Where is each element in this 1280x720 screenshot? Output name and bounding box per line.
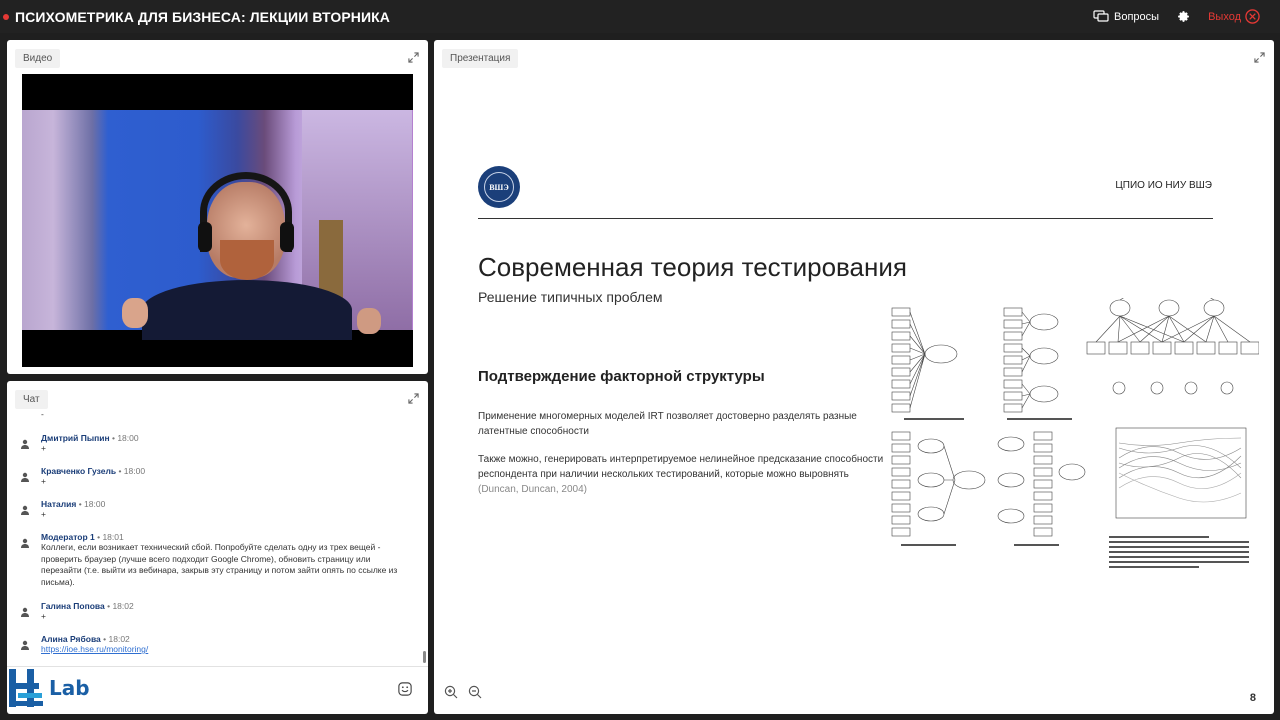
message-text: + bbox=[41, 476, 46, 486]
message-header: Модератор 1 • 18:01 bbox=[41, 532, 124, 542]
message-text: + bbox=[41, 443, 46, 453]
chat-tag: Чат bbox=[15, 390, 48, 409]
paragraph-main: Также можно, генерировать интерпретируем… bbox=[478, 454, 884, 480]
video-image bbox=[22, 110, 413, 340]
top-bar: ПСИХОМЕТРИКА ДЛЯ БИЗНЕСА: ЛЕКЦИИ ВТОРНИК… bbox=[0, 0, 1280, 33]
slide-title: Современная теория тестирования bbox=[478, 252, 907, 282]
model-a-diagram bbox=[891, 307, 958, 413]
message-text: - bbox=[41, 409, 44, 419]
model-d-diagram bbox=[997, 431, 1086, 537]
user-icon bbox=[20, 535, 30, 553]
live-indicator-icon bbox=[3, 13, 9, 20]
lab-logo: Lab bbox=[7, 666, 97, 710]
message-time: 18:02 bbox=[112, 601, 134, 611]
slide: ВШЭ ЦПИО ИО НИУ ВШЭ Современная теория т… bbox=[478, 158, 1259, 628]
presentation-panel: Презентация ВШЭ ЦПИО ИО НИУ ВШЭ Современ… bbox=[434, 40, 1274, 714]
user-icon bbox=[20, 502, 30, 520]
hse-logo-text: ВШЭ bbox=[484, 172, 514, 202]
message-author: Кравченко Гузель bbox=[41, 466, 117, 476]
user-icon bbox=[20, 604, 30, 622]
video-stream[interactable] bbox=[22, 74, 413, 367]
smile-icon bbox=[398, 682, 412, 696]
message-text: + bbox=[41, 509, 46, 519]
chat-message: Наталия • 18:00 + bbox=[7, 499, 428, 532]
webinar-title: ПСИХОМЕТРИКА ДЛЯ БИЗНЕСА: ЛЕКЦИИ ВТОРНИК… bbox=[15, 8, 390, 25]
message-time: 18:02 bbox=[108, 634, 130, 644]
message-time: 18:00 bbox=[84, 499, 106, 509]
questions-button[interactable]: Вопросы bbox=[1093, 10, 1159, 23]
paragraph-citation: (Duncan, Duncan, 2004) bbox=[478, 484, 587, 495]
list-item: - bbox=[7, 409, 428, 433]
slide-divider bbox=[478, 218, 1213, 219]
factor-model-figures bbox=[891, 298, 1259, 568]
chat-message: Дмитрий Пыпин • 18:00 + bbox=[7, 433, 428, 466]
message-author: Модератор 1 bbox=[41, 532, 95, 542]
zoom-controls bbox=[444, 685, 492, 704]
message-text: + bbox=[41, 611, 46, 621]
user-icon bbox=[20, 637, 30, 655]
questions-icon bbox=[1093, 10, 1109, 22]
message-time: 18:01 bbox=[102, 532, 124, 542]
gear-icon bbox=[1178, 11, 1189, 22]
model-b-diagram bbox=[1003, 307, 1059, 413]
logo-text: Lab bbox=[49, 676, 90, 700]
expand-icon[interactable] bbox=[1252, 50, 1266, 64]
chat-scrollbar[interactable] bbox=[423, 651, 426, 663]
slide-subtitle: Решение типичных проблем bbox=[478, 289, 663, 305]
message-header: Кравченко Гузель • 18:00 bbox=[41, 466, 146, 476]
expand-icon[interactable] bbox=[406, 50, 420, 64]
growth-trajectories-plot bbox=[1115, 427, 1247, 519]
chat-message: Галина Попова • 18:02 + bbox=[7, 601, 428, 634]
slide-paragraph: Также можно, генерировать интерпретируем… bbox=[478, 452, 888, 497]
zoom-in-icon bbox=[444, 685, 458, 699]
zoom-out-icon bbox=[468, 685, 482, 699]
irt-model-diagram bbox=[1086, 298, 1259, 395]
zoom-in-button[interactable] bbox=[444, 685, 458, 704]
emoji-button[interactable] bbox=[398, 682, 412, 701]
message-author: Наталия bbox=[41, 499, 77, 509]
message-link[interactable]: https://ioe.hse.ru/monitoring/ bbox=[41, 644, 412, 654]
exit-button[interactable]: Выход bbox=[1208, 9, 1260, 24]
chat-message: Алина Рябова • 18:02 https://ioe.hse.ru/… bbox=[7, 634, 428, 659]
zoom-out-button[interactable] bbox=[468, 685, 482, 704]
chat-message-list[interactable]: - Дмитрий Пыпин • 18:00 + Кравченко Гузе… bbox=[7, 409, 428, 659]
exit-label: Выход bbox=[1208, 10, 1241, 23]
chat-message: Кравченко Гузель • 18:00 + bbox=[7, 466, 428, 499]
hse-logo: ВШЭ bbox=[478, 166, 520, 208]
slide-org: ЦПИО ИО НИУ ВШЭ bbox=[1115, 180, 1212, 191]
message-time: 18:00 bbox=[123, 466, 146, 476]
video-panel: Видео bbox=[7, 40, 428, 374]
video-tag: Видео bbox=[15, 49, 61, 68]
chat-panel: Чат - Дмитрий Пыпин • 18:00 + Кравченко … bbox=[7, 381, 428, 714]
model-c-diagram bbox=[891, 431, 986, 537]
message-header: Галина Попова • 18:02 bbox=[41, 601, 134, 611]
message-author: Галина Попова bbox=[41, 601, 105, 611]
settings-button[interactable] bbox=[1177, 10, 1190, 23]
slide-paragraph: Применение многомерных моделей IRT позво… bbox=[478, 411, 857, 437]
user-icon bbox=[20, 469, 30, 487]
message-header: Дмитрий Пыпин • 18:00 bbox=[41, 433, 139, 443]
message-header: Алина Рябова • 18:02 bbox=[41, 634, 130, 644]
presentation-tag: Презентация bbox=[442, 49, 519, 68]
message-author: Дмитрий Пыпин bbox=[41, 433, 110, 443]
slide-section-title: Подтверждение факторной структуры bbox=[478, 368, 765, 385]
lab-logo-icon bbox=[9, 669, 43, 707]
questions-label: Вопросы bbox=[1114, 10, 1160, 23]
message-author: Алина Рябова bbox=[41, 634, 101, 644]
slide-page-number: 8 bbox=[1249, 692, 1256, 704]
expand-icon[interactable] bbox=[406, 391, 420, 405]
close-circle-icon bbox=[1245, 9, 1260, 24]
message-time: 18:00 bbox=[117, 433, 139, 443]
message-header: Наталия • 18:00 bbox=[41, 499, 106, 509]
message-text: Коллеги, если возникает технический сбой… bbox=[41, 542, 398, 587]
chat-message: Модератор 1 • 18:01 Коллеги, если возник… bbox=[7, 532, 428, 601]
user-icon bbox=[20, 436, 30, 454]
